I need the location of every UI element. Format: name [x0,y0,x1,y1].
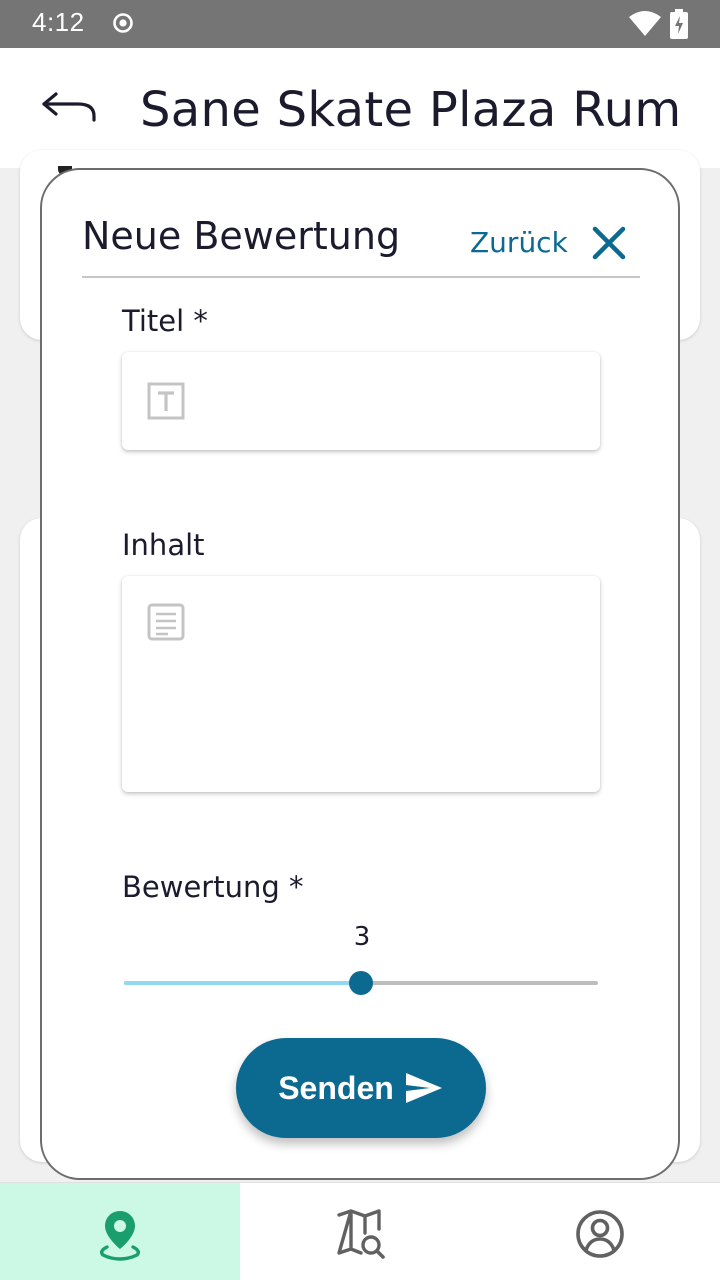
wifi-icon [629,11,661,36]
back-arrow-icon[interactable] [38,88,100,128]
new-review-dialog: Neue Bewertung Zurück Titel * Inhalt Bew… [40,168,680,1180]
dialog-title: Neue Bewertung [82,214,401,258]
title-input[interactable] [202,352,584,450]
status-time: 4:12 [32,7,85,37]
nav-item-spots[interactable] [0,1183,240,1280]
status-bar: 4:12 [0,0,720,48]
send-button[interactable]: Senden [236,1038,486,1138]
content-label: Inhalt [122,528,205,562]
page-title: Sane Skate Plaza Rum [140,82,682,138]
map-search-icon [337,1209,385,1259]
dialog-divider [82,276,640,278]
text-field-icon [147,382,185,420]
rating-value: 3 [353,922,371,952]
bottom-navigation [0,1182,720,1280]
rating-slider[interactable] [124,968,598,998]
content-field[interactable] [122,576,600,792]
slider-fill [124,981,361,985]
record-icon [113,13,133,33]
location-pin-icon [99,1211,141,1261]
nav-item-profile[interactable] [480,1183,720,1280]
send-icon [405,1073,442,1103]
title-field[interactable] [122,352,600,450]
battery-charging-icon [670,9,688,39]
close-icon[interactable] [590,224,628,262]
account-circle-icon [576,1210,624,1258]
notes-icon [147,603,185,641]
content-input[interactable] [202,576,584,792]
slider-thumb[interactable] [349,971,373,995]
send-button-label: Senden [278,1069,394,1106]
title-label: Titel * [122,304,208,338]
nav-item-map[interactable] [240,1183,480,1280]
rating-label: Bewertung * [122,870,304,904]
back-link[interactable]: Zurück [470,226,568,259]
